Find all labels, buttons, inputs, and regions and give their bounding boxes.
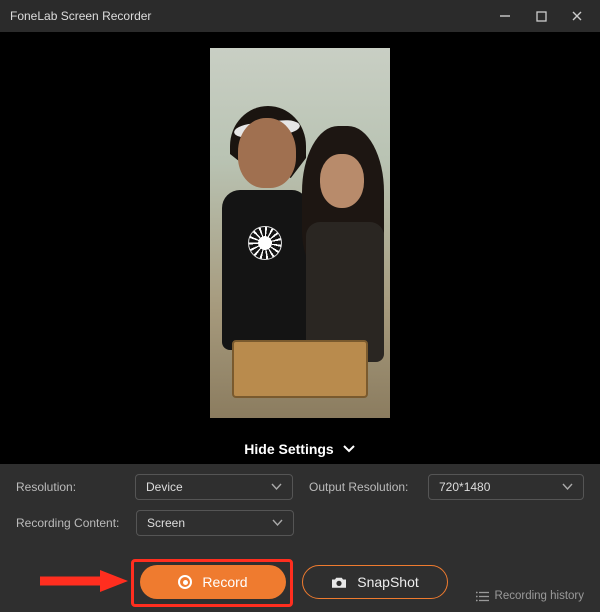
recording-history-link[interactable]: Recording history	[476, 590, 584, 602]
snapshot-button[interactable]: SnapShot	[302, 565, 448, 599]
settings-row: Resolution: Device Output Resolution: 72…	[16, 474, 584, 500]
window-controls	[490, 4, 592, 28]
preview-desk	[232, 340, 368, 398]
record-dot-icon	[178, 575, 192, 589]
device-preview	[210, 48, 390, 418]
snapshot-label: SnapShot	[357, 574, 419, 590]
recording-history-label: Recording history	[495, 590, 584, 602]
record-label: Record	[202, 574, 247, 590]
resolution-select[interactable]: Device	[135, 474, 293, 500]
hide-settings-label: Hide Settings	[244, 441, 333, 457]
recording-content-value: Screen	[147, 516, 185, 530]
recording-content-select[interactable]: Screen	[136, 510, 294, 536]
preview-area	[0, 32, 600, 434]
maximize-icon	[536, 11, 547, 22]
attention-arrow-icon	[40, 570, 128, 592]
hide-settings-toggle[interactable]: Hide Settings	[0, 434, 600, 464]
settings-row: Recording Content: Screen	[16, 510, 584, 536]
action-bar: Record SnapShot Recording history	[0, 552, 600, 612]
camera-icon	[331, 576, 347, 589]
output-resolution-select[interactable]: 720*1480	[428, 474, 584, 500]
chevron-down-icon	[271, 483, 282, 491]
recording-content-label: Recording Content:	[16, 516, 126, 530]
close-icon	[571, 10, 583, 22]
titlebar: FoneLab Screen Recorder	[0, 0, 600, 32]
minimize-icon	[499, 10, 511, 22]
maximize-button[interactable]	[526, 4, 556, 28]
settings-panel: Resolution: Device Output Resolution: 72…	[0, 464, 600, 552]
output-resolution-label: Output Resolution:	[309, 480, 418, 494]
chevron-down-icon	[562, 483, 573, 491]
resolution-value: Device	[146, 480, 183, 494]
close-button[interactable]	[562, 4, 592, 28]
list-icon	[476, 591, 489, 602]
app-title: FoneLab Screen Recorder	[10, 9, 490, 23]
minimize-button[interactable]	[490, 4, 520, 28]
resolution-label: Resolution:	[16, 480, 125, 494]
chevron-down-icon	[342, 444, 356, 454]
output-resolution-value: 720*1480	[439, 480, 490, 494]
record-button[interactable]: Record	[140, 565, 286, 599]
chevron-down-icon	[272, 519, 283, 527]
